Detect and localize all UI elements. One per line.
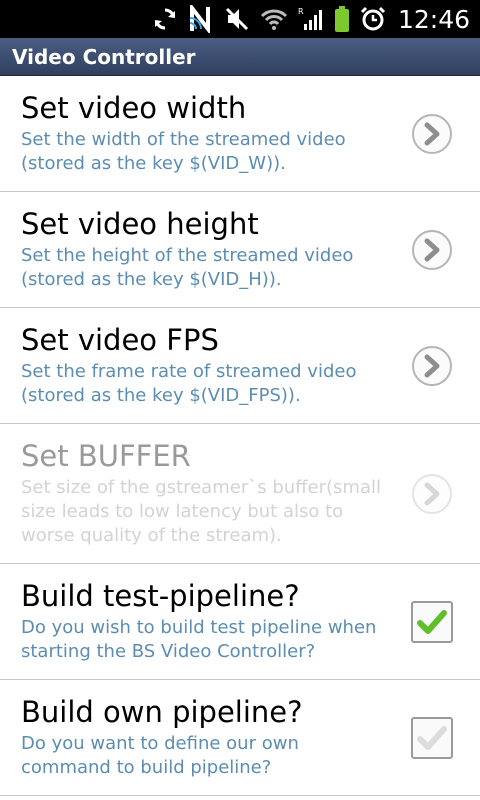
pref-summary: Set the width of the streamed video (sto… xyxy=(21,129,346,174)
svg-text:R: R xyxy=(298,7,304,16)
pref-build-own-pipeline[interactable]: Build own pipeline? Do you want to defin… xyxy=(0,680,480,796)
pref-title: Build test-pipeline? xyxy=(21,579,300,613)
pref-summary: Set the height of the streamed video (st… xyxy=(21,245,354,290)
checkbox-checked[interactable] xyxy=(410,600,454,644)
pref-build-test-pipeline[interactable]: Build test-pipeline? Do you wish to buil… xyxy=(0,564,480,680)
pref-summary: Set the frame rate of streamed video (st… xyxy=(21,361,357,406)
preference-list: Set video width Set the width of the str… xyxy=(0,76,480,796)
pref-set-video-fps[interactable]: Set video FPS Set the frame rate of stre… xyxy=(0,308,480,424)
pref-title: Set BUFFER xyxy=(21,439,191,473)
chevron-right-icon[interactable] xyxy=(410,112,454,156)
signal-icon: R xyxy=(298,6,324,32)
alarm-icon xyxy=(360,6,386,32)
checkbox-unchecked[interactable] xyxy=(410,716,454,760)
chevron-right-icon xyxy=(412,473,452,514)
pref-set-video-height[interactable]: Set video height Set the height of the s… xyxy=(0,192,480,308)
chevron-right-icon[interactable] xyxy=(410,344,454,388)
mute-icon xyxy=(224,6,250,32)
pref-summary: Do you wish to build test pipeline when … xyxy=(21,617,377,662)
pref-set-video-width[interactable]: Set video width Set the width of the str… xyxy=(0,76,480,192)
page-title: Video Controller xyxy=(12,44,196,69)
wifi-icon xyxy=(260,7,288,31)
title-bar: Video Controller xyxy=(0,38,480,76)
status-time: 12:46 xyxy=(397,4,470,34)
battery-icon xyxy=(334,5,350,33)
pref-summary: Set size of the gstreamer`s buffer(small… xyxy=(21,477,381,546)
pref-title: Set video height xyxy=(21,207,259,241)
pref-title: Set video FPS xyxy=(21,323,219,357)
sync-icon xyxy=(152,6,178,32)
chevron-right-icon[interactable] xyxy=(410,228,454,272)
pref-title: Build own pipeline? xyxy=(21,695,303,729)
pref-set-buffer: Set BUFFER Set size of the gstreamer`s b… xyxy=(0,424,480,564)
status-bar: R 12:46 xyxy=(0,0,480,38)
pref-summary: Do you want to define our own command to… xyxy=(21,733,299,778)
pref-title: Set video width xyxy=(21,91,247,125)
nfc-icon xyxy=(188,5,214,33)
